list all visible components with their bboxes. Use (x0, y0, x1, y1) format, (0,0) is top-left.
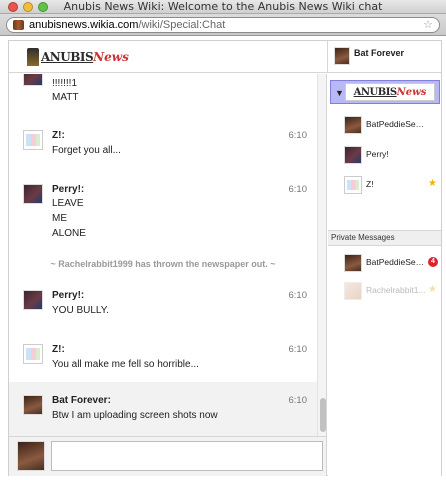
chat-window: ANUBIS News Bat Forever !!!!!!!1 MATT Z!… (8, 40, 442, 476)
user-name: Perry! (366, 149, 389, 159)
message-list: !!!!!!!1 MATT Z!: 6:10 Forget you all...… (9, 74, 327, 436)
anubis-logo-icon (27, 48, 39, 66)
room-logo: ANUBIS News (345, 83, 435, 101)
user-name: Z! (366, 179, 374, 189)
unread-count-badge: 4 (428, 257, 438, 267)
wiki-logo[interactable]: ANUBIS News (27, 47, 129, 67)
star-icon: ★ (428, 284, 437, 295)
star-icon: ★ (428, 178, 437, 189)
message-time: 6:10 (288, 344, 308, 355)
current-user-avatar (334, 47, 350, 65)
bookmark-star-icon[interactable]: ☆ (423, 18, 433, 32)
url-text[interactable]: anubisnews.wikia.com/wiki/Special:Chat (29, 18, 225, 32)
room-logo-news-text: News (396, 86, 427, 98)
chat-message: Z!: 6:10 You all make me fell so horribl… (9, 342, 317, 376)
window-titlebar: Anubis News Wiki: Welcome to the Anubis … (0, 0, 446, 14)
user-sidebar: ▼ ANUBIS News BatPeddieSed... Perry! Z! … (328, 74, 441, 476)
chat-message: Bat Forever: 6:10 Btw I am uploading scr… (9, 382, 317, 436)
avatar (344, 146, 362, 164)
user-name: Rachelrabbit1... (366, 285, 426, 295)
message-author[interactable]: Z!: (52, 130, 65, 141)
address-bar: anubisnews.wikia.com/wiki/Special:Chat ☆ (0, 14, 446, 36)
logo-anubis-text: ANUBIS (41, 50, 94, 64)
user-list-item[interactable]: BatPeddieSed... (328, 114, 441, 138)
chat-message: !!!!!!!1 MATT (9, 74, 317, 106)
chat-message: Z!: 6:10 Forget you all... (9, 126, 317, 158)
message-line: ALONE (52, 228, 86, 239)
user-list-item[interactable]: Z! ★ (328, 174, 441, 198)
url-domain: anubisnews.wikia.com (29, 19, 139, 31)
avatar (344, 254, 362, 272)
avatar (344, 282, 362, 300)
avatar (344, 116, 362, 134)
message-author[interactable]: Bat Forever: (52, 395, 111, 406)
message-line: Forget you all... (52, 145, 121, 156)
room-logo-anubis-text: ANUBIS (353, 86, 397, 98)
message-time: 6:10 (288, 184, 308, 195)
collapse-arrow-icon[interactable]: ▼ (335, 88, 344, 98)
private-messages-header: Private Messages (328, 230, 441, 246)
message-line: You all make me fell so horrible... (52, 359, 199, 370)
window-title: Anubis News Wiki: Welcome to the Anubis … (63, 0, 383, 13)
input-area (9, 436, 327, 476)
avatar (23, 344, 43, 364)
user-name: BatPeddieSed... (366, 257, 426, 267)
user-list-item[interactable]: Perry! (328, 144, 441, 168)
private-messages-label: Private Messages (331, 233, 395, 242)
message-line: LEAVE (52, 198, 84, 209)
avatar (23, 130, 43, 150)
my-avatar (17, 441, 45, 471)
avatar (23, 74, 43, 86)
url-field[interactable]: anubisnews.wikia.com/wiki/Special:Chat ☆ (6, 17, 440, 33)
url-path: /wiki/Special:Chat (138, 19, 226, 31)
message-author[interactable]: Perry!: (52, 184, 84, 195)
avatar (23, 290, 43, 310)
chat-header: ANUBIS News (9, 41, 327, 73)
message-author[interactable]: Perry!: (52, 290, 84, 301)
message-scrollbar[interactable] (317, 74, 326, 436)
inline-alert: ~ Rachelrabbit1999 has thrown the newspa… (50, 259, 276, 269)
user-name: BatPeddieSed... (366, 119, 426, 129)
avatar (23, 184, 43, 204)
private-message-item[interactable]: Rachelrabbit1... ★ (328, 280, 441, 304)
message-line: Btw I am uploading screen shots now (52, 410, 218, 421)
message-time: 6:10 (288, 290, 308, 301)
current-user-header[interactable]: Bat Forever (327, 41, 441, 73)
current-user-name: Bat Forever (354, 48, 405, 58)
avatar (344, 176, 362, 194)
message-time: 6:10 (288, 130, 308, 141)
private-message-item[interactable]: BatPeddieSed... 4 (328, 252, 441, 276)
chat-message: Perry!: 6:10 YOU BULLY. (9, 288, 317, 322)
avatar (23, 395, 43, 415)
message-time: 6:10 (288, 395, 308, 406)
scrollbar-thumb[interactable] (320, 398, 326, 432)
message-line: ME (52, 213, 67, 224)
message-line: !!!!!!!1 (52, 78, 78, 89)
main-room-item[interactable]: ▼ ANUBIS News (330, 80, 440, 104)
message-line: MATT (52, 92, 79, 103)
logo-news-text: News (93, 50, 129, 64)
message-author[interactable]: Z!: (52, 344, 65, 355)
message-line: YOU BULLY. (52, 305, 109, 316)
wikia-favicon-icon (13, 20, 24, 30)
message-input[interactable] (51, 441, 323, 471)
chat-message: Perry!: 6:10 LEAVE ME ALONE (9, 182, 317, 246)
